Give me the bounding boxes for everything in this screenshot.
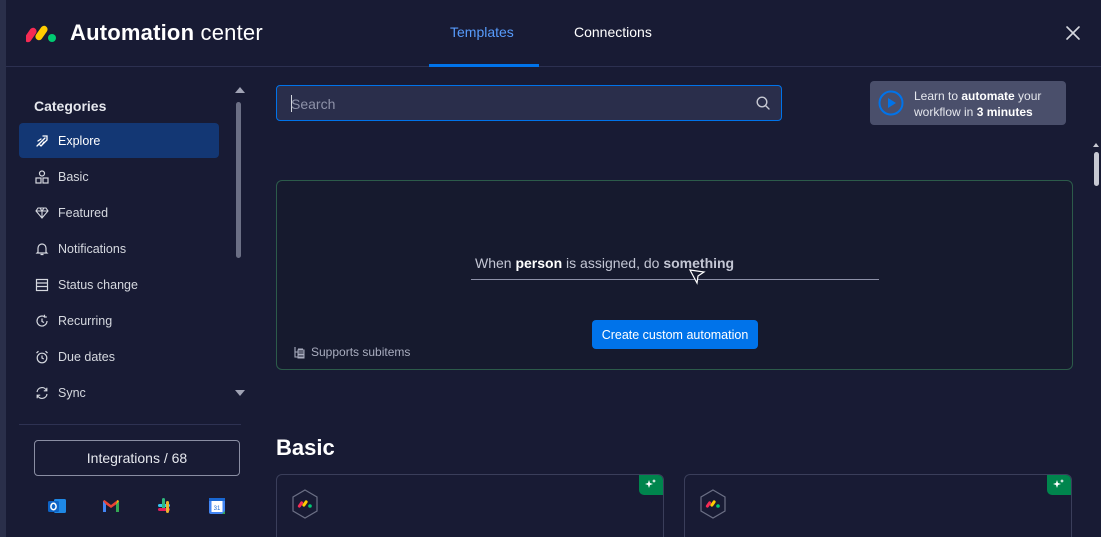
bell-icon	[35, 242, 49, 256]
main-scroll-up-arrow[interactable]	[1093, 143, 1099, 147]
ai-badge	[639, 475, 663, 495]
shapes-icon	[35, 169, 49, 184]
categories-title: Categories	[34, 98, 107, 114]
categories-sidebar: Categories Explore Basic Featured Notifi…	[6, 67, 256, 537]
template-card[interactable]	[276, 474, 664, 537]
rocket-icon	[35, 134, 49, 148]
monday-hexagon-icon	[700, 489, 726, 519]
sentence-underline	[471, 279, 879, 280]
gmail-icon[interactable]	[100, 495, 122, 517]
monday-logo-icon	[26, 25, 56, 43]
sidebar-item-sync[interactable]: Sync	[19, 375, 219, 410]
sidebar-scroll-up-arrow[interactable]	[235, 87, 245, 93]
supports-subitems-label: Supports subitems	[293, 345, 410, 359]
search-box[interactable]: Search	[276, 85, 782, 121]
sidebar-item-label: Featured	[58, 205, 109, 220]
sidebar-item-label: Due dates	[58, 349, 115, 364]
modal-title: Automation center	[70, 20, 263, 45]
sidebar-scroll-down-arrow[interactable]	[235, 390, 245, 396]
diamond-icon	[35, 206, 49, 220]
sidebar-item-basic[interactable]: Basic	[19, 159, 219, 194]
automation-center-modal: Automation center Templates Connections …	[6, 0, 1101, 537]
trigger-field[interactable]: person	[515, 255, 562, 271]
tab-templates[interactable]: Templates	[450, 24, 514, 40]
list-icon	[35, 278, 49, 292]
google-calendar-icon[interactable]: 31	[206, 495, 228, 517]
sidebar-scrollbar-thumb[interactable]	[236, 102, 241, 258]
learn-video-button[interactable]: Learn to automate your workflow in 3 min…	[870, 81, 1066, 125]
sidebar-item-status-change[interactable]: Status change	[19, 267, 219, 302]
sidebar-item-featured[interactable]: Featured	[19, 195, 219, 230]
template-card[interactable]	[684, 474, 1072, 537]
search-input[interactable]: Search	[291, 96, 335, 112]
play-icon	[878, 90, 904, 116]
sidebar-item-label: Recurring	[58, 313, 113, 328]
ai-badge	[1047, 475, 1071, 495]
alarm-clock-icon	[35, 350, 49, 364]
sync-icon	[35, 386, 49, 400]
modal-header: Automation center Templates Connections	[6, 0, 1101, 67]
recurring-icon	[35, 314, 49, 328]
sidebar-item-due-dates[interactable]: Due dates	[19, 339, 219, 374]
sidebar-item-label: Status change	[58, 277, 138, 292]
sidebar-item-explore[interactable]: Explore	[19, 123, 219, 158]
sidebar-item-label: Basic	[58, 169, 89, 184]
section-title-basic: Basic	[276, 435, 335, 460]
sidebar-item-label: Notifications	[58, 241, 127, 256]
sidebar-item-label: Sync	[58, 385, 86, 400]
sidebar-divider	[19, 424, 241, 425]
sparkle-icon	[1053, 479, 1064, 488]
create-custom-automation-button[interactable]: Create custom automation	[592, 320, 758, 349]
learn-text: Learn to automate your workflow in 3 min…	[914, 89, 1042, 119]
sidebar-item-recurring[interactable]: Recurring	[19, 303, 219, 338]
integrations-button[interactable]: Integrations / 68	[34, 440, 240, 476]
main-scrollbar-thumb[interactable]	[1094, 152, 1099, 186]
close-icon[interactable]	[1064, 24, 1082, 42]
slack-icon[interactable]	[153, 495, 175, 517]
search-icon[interactable]	[755, 95, 771, 111]
sidebar-item-label: Explore	[58, 133, 101, 148]
backdrop-right-strip	[1100, 0, 1110, 537]
sparkle-icon	[645, 479, 656, 488]
custom-automation-card: When person is assigned, do something Cr…	[276, 180, 1073, 370]
sidebar-item-notifications[interactable]: Notifications	[19, 231, 219, 266]
outlook-icon[interactable]	[46, 495, 68, 517]
subitems-icon	[294, 346, 305, 358]
tab-connections[interactable]: Connections	[574, 24, 652, 40]
cursor-pointer-icon	[688, 269, 706, 285]
svg-text:31: 31	[214, 506, 221, 512]
monday-hexagon-icon	[292, 489, 318, 519]
main-content: Search Learn to automate your workflow i…	[256, 67, 1101, 537]
